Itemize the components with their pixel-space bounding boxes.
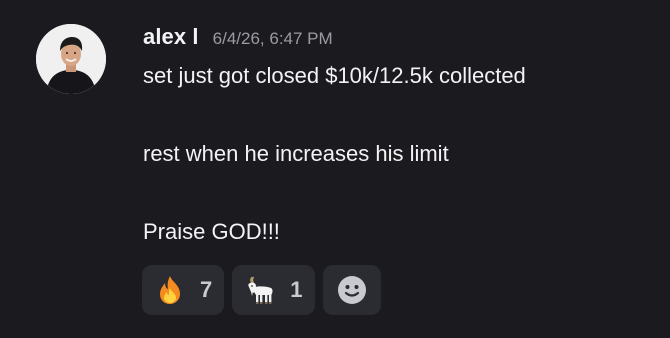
timestamp[interactable]: 6/4/26, 6:47 PM xyxy=(213,29,333,49)
username[interactable]: alex l xyxy=(143,24,199,50)
fire-icon xyxy=(154,274,186,306)
add-reaction-button[interactable] xyxy=(322,265,381,315)
reactions-bar: 7 1 xyxy=(142,265,381,315)
reaction-goat[interactable]: 1 xyxy=(232,265,315,315)
avatar[interactable] xyxy=(36,24,106,94)
goat-icon xyxy=(244,274,276,306)
smiley-icon xyxy=(336,274,368,306)
message-header: alex l 6/4/26, 6:47 PM xyxy=(143,24,333,54)
reaction-count: 7 xyxy=(200,277,213,302)
message-line: rest when he increases his limit xyxy=(143,141,449,166)
reaction-fire[interactable]: 7 xyxy=(142,265,225,315)
message-line: Praise GOD!!! xyxy=(143,219,280,244)
message-content: set just got closed $10k/12.5k collected… xyxy=(143,62,653,246)
message-line: set just got closed $10k/12.5k collected xyxy=(143,63,526,88)
reaction-count: 1 xyxy=(290,277,303,302)
chat-message: alex l 6/4/26, 6:47 PM set just got clos… xyxy=(0,0,670,338)
user-photo xyxy=(36,24,106,94)
